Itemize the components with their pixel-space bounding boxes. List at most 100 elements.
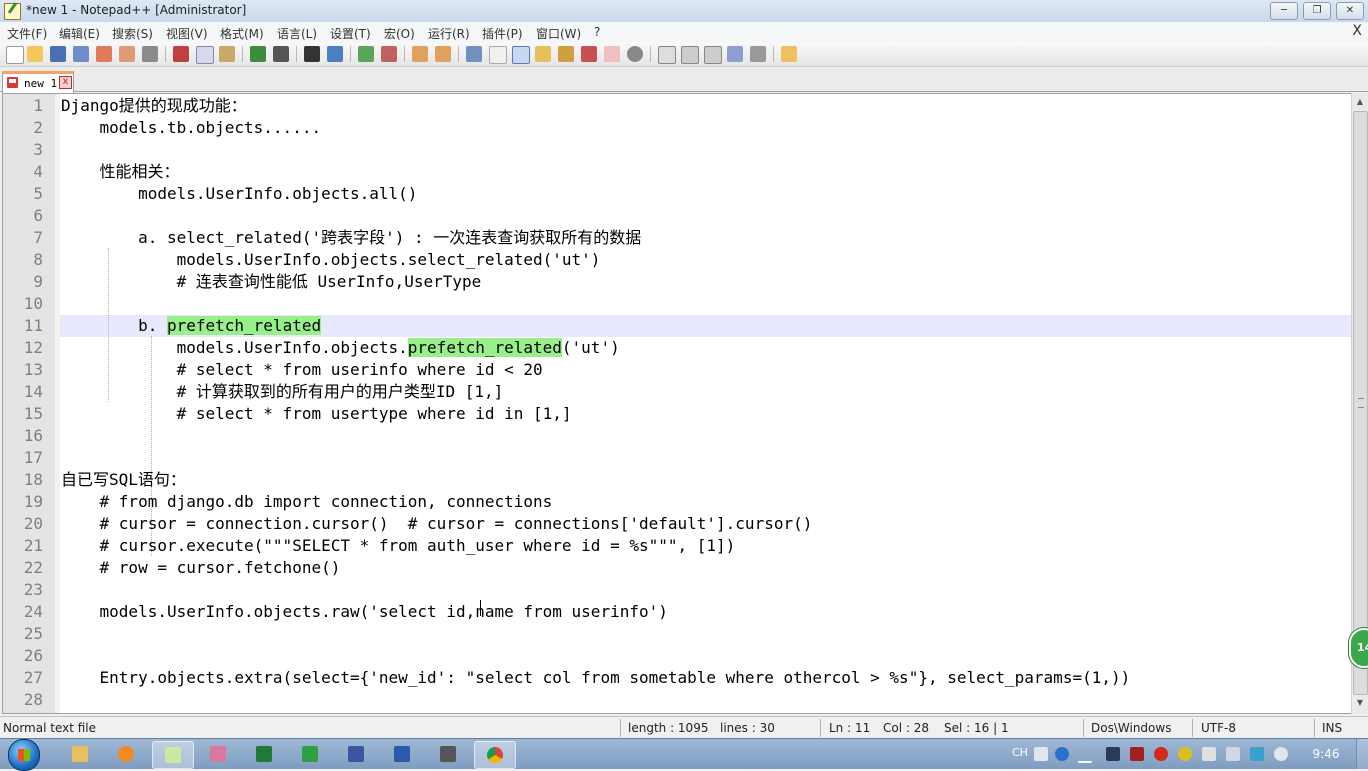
vertical-scrollbar[interactable]: ▲ ▼ xyxy=(1351,93,1368,714)
line-number: 17 xyxy=(23,448,43,467)
monitor-icon[interactable] xyxy=(627,46,643,62)
language-icon[interactable] xyxy=(535,46,551,62)
tab-close-icon[interactable]: x xyxy=(59,76,72,89)
menu-run[interactable]: 运行(R) xyxy=(428,25,470,42)
close-all-icon[interactable] xyxy=(119,46,135,62)
replace-icon[interactable] xyxy=(327,46,343,62)
sync-horizontal-icon[interactable] xyxy=(435,46,451,62)
run-macro-multiple-icon[interactable] xyxy=(727,46,743,62)
toolbar-separator xyxy=(242,46,243,62)
folder-workspace-icon[interactable] xyxy=(604,46,620,62)
line-number: 8 xyxy=(33,250,43,269)
chevron-down-icon[interactable] xyxy=(1078,747,1092,763)
record-macro-icon[interactable] xyxy=(658,46,676,64)
menu-format[interactable]: 格式(M) xyxy=(220,25,264,42)
paint-icon xyxy=(210,746,226,762)
scroll-up-arrow-icon[interactable]: ▲ xyxy=(1354,96,1366,108)
scrollbar-thumb[interactable] xyxy=(1353,111,1368,695)
record-icon[interactable] xyxy=(1154,747,1168,761)
close-file-icon[interactable] xyxy=(96,46,112,62)
function-list-icon[interactable] xyxy=(581,46,597,62)
zoom-out-icon[interactable] xyxy=(381,46,397,62)
cut-icon[interactable] xyxy=(173,46,189,62)
taskbar-tools[interactable] xyxy=(428,741,468,767)
device-icon[interactable] xyxy=(1202,747,1216,761)
code-line: # select * from usertype where id in [1,… xyxy=(61,404,572,423)
save-icon[interactable] xyxy=(50,46,66,62)
notification-badge[interactable]: 14 xyxy=(1349,628,1368,668)
minimize-button[interactable]: ─ xyxy=(1270,2,1298,20)
input-language[interactable]: CH xyxy=(1012,746,1028,759)
keyboard-icon[interactable] xyxy=(1034,747,1048,761)
doc-map-icon[interactable] xyxy=(558,46,574,62)
line-number: 11 xyxy=(23,316,43,335)
volume-icon[interactable] xyxy=(1274,747,1288,761)
open-file-icon[interactable] xyxy=(27,46,43,62)
menu-search[interactable]: 搜索(S) xyxy=(112,25,153,42)
taskbar-chrome[interactable] xyxy=(474,741,516,769)
line-number: 5 xyxy=(33,184,43,203)
tools-icon xyxy=(440,746,456,762)
menu-edit[interactable]: 编辑(E) xyxy=(59,25,100,42)
play-macro-icon[interactable] xyxy=(704,46,722,64)
paste-icon[interactable] xyxy=(219,46,235,62)
taskbar-firefox[interactable] xyxy=(106,741,146,767)
clock[interactable]: 9:46 xyxy=(1306,747,1346,761)
menu-plugins[interactable]: 插件(P) xyxy=(482,25,523,42)
indent-guide-icon[interactable] xyxy=(512,46,530,64)
taskbar-save[interactable] xyxy=(336,741,376,767)
menu-view[interactable]: 视图(V) xyxy=(166,25,208,42)
close-button[interactable]: ✕ xyxy=(1336,2,1364,20)
taskbar-word[interactable] xyxy=(382,741,422,767)
firefox-icon xyxy=(118,746,134,762)
menu-language[interactable]: 语言(L) xyxy=(277,25,317,42)
menu-macro[interactable]: 宏(O) xyxy=(384,25,415,42)
find-icon[interactable] xyxy=(304,46,320,62)
display-icon[interactable] xyxy=(1250,747,1264,761)
code-line: 自已写SQL语句： xyxy=(61,470,186,489)
taskbar-excel[interactable] xyxy=(244,741,284,767)
windows-taskbar: CH 9:46 xyxy=(0,738,1368,771)
menu-window[interactable]: 窗口(W) xyxy=(536,25,581,42)
taskbar-paint[interactable] xyxy=(198,741,238,767)
status-divider xyxy=(820,719,821,737)
fold-margin[interactable] xyxy=(55,94,60,713)
toolbar-separator xyxy=(296,46,297,62)
redo-icon[interactable] xyxy=(273,46,289,62)
save-macro-icon[interactable] xyxy=(750,46,766,62)
show-all-chars-icon[interactable] xyxy=(489,46,507,64)
pycharm-icon xyxy=(302,746,318,762)
restore-button[interactable]: ❐ xyxy=(1303,2,1331,20)
copy-icon[interactable] xyxy=(196,46,214,64)
status-divider xyxy=(1192,719,1193,737)
close-document-icon[interactable]: X xyxy=(1352,23,1362,39)
tab-label: new 1 xyxy=(24,77,58,90)
stop-macro-icon[interactable] xyxy=(681,46,699,64)
save-all-icon[interactable] xyxy=(73,46,89,62)
help-icon[interactable] xyxy=(1055,747,1069,761)
scrollbar-grip-icon xyxy=(1358,398,1364,408)
tab-new-1[interactable]: new 1 x xyxy=(2,71,74,94)
taskbar-notepadpp[interactable] xyxy=(152,741,194,769)
start-button[interactable] xyxy=(8,739,40,771)
menu-settings[interactable]: 设置(T) xyxy=(330,25,371,42)
word-wrap-icon[interactable] xyxy=(466,46,482,62)
taskbar-pycharm[interactable] xyxy=(290,741,330,767)
shield-icon[interactable] xyxy=(1178,747,1192,761)
zoom-in-icon[interactable] xyxy=(358,46,374,62)
menu-help[interactable]: ? xyxy=(594,25,600,39)
taskbar-explorer[interactable] xyxy=(60,741,100,767)
arrow-up-icon[interactable] xyxy=(1106,747,1120,761)
menu-file[interactable]: 文件(F) xyxy=(7,25,47,42)
pin-icon[interactable] xyxy=(1130,747,1144,761)
folder-icon[interactable] xyxy=(781,46,797,62)
search-highlight: prefetch_related xyxy=(166,316,322,335)
sync-vertical-icon[interactable] xyxy=(412,46,428,62)
undo-icon[interactable] xyxy=(250,46,266,62)
text-editor[interactable]: 1 2 3 4 5 6 7 8 9 10 11 12 13 14 15 16 17 18 19 20 21 22 23 24 2… xyxy=(2,93,1353,714)
new-file-icon[interactable] xyxy=(6,46,24,64)
scroll-down-arrow-icon[interactable]: ▼ xyxy=(1354,697,1366,709)
network-icon[interactable] xyxy=(1226,747,1240,761)
print-icon[interactable] xyxy=(142,46,158,62)
show-desktop-button[interactable] xyxy=(1356,739,1368,769)
